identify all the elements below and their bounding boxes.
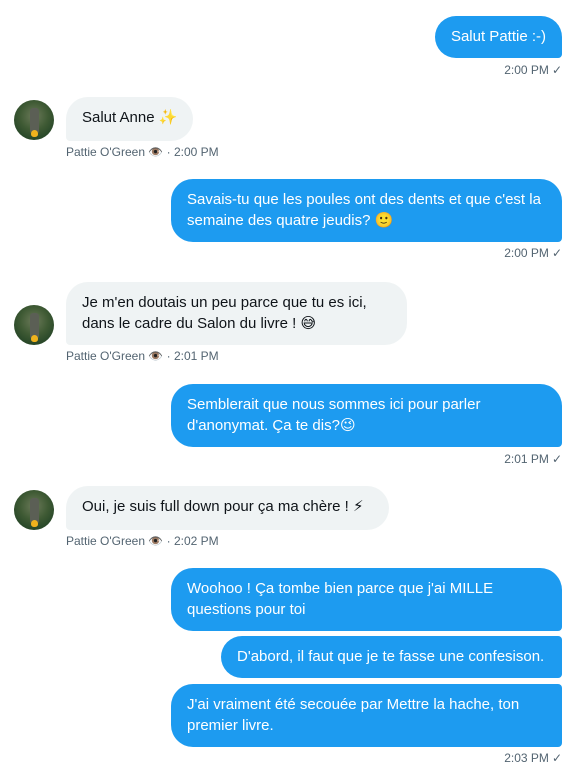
- message-text: Oui, je suis full down pour ça ma chère …: [82, 498, 364, 515]
- message-text-line: semaine des quatre jeudis? 🙂: [187, 212, 394, 229]
- sent-check-icon: ✓: [551, 452, 562, 466]
- message-bubble-incoming[interactable]: Je m'en doutais un peu parce que tu es i…: [66, 282, 407, 345]
- message-timestamp: 2:00 PM: [173, 145, 219, 159]
- message-timestamp: 2:00 PM ✓: [504, 246, 562, 260]
- message-meta: Pattie O'Green 👁️ · 2:00 PM: [66, 145, 219, 159]
- message-bubble-outgoing[interactable]: Semblerait que nous sommes ici pour parl…: [171, 384, 562, 447]
- message-text: Salut Anne ✨: [82, 109, 178, 126]
- message-text-line: dans le cadre du Salon du livre ! 😅: [82, 315, 317, 332]
- eye-icon: 👁️: [148, 534, 164, 548]
- message-bubble-incoming[interactable]: Oui, je suis full down pour ça ma chère …: [66, 486, 389, 530]
- message-text-line: premier livre.: [187, 717, 274, 734]
- message-text-line: Semblerait que nous sommes ici pour parl…: [187, 396, 481, 413]
- message-bubble-incoming[interactable]: Salut Anne ✨: [66, 97, 194, 141]
- message-bubble-outgoing[interactable]: D'abord, il faut que je te fasse une con…: [221, 636, 562, 678]
- avatar[interactable]: [14, 490, 54, 530]
- sent-check-icon: ✓: [551, 63, 562, 77]
- message-text: D'abord, il faut que je te fasse une con…: [237, 648, 545, 665]
- eye-icon: 👁️: [148, 349, 164, 363]
- message-bubble-outgoing[interactable]: Salut Pattie :-): [434, 16, 562, 58]
- avatar[interactable]: [14, 100, 54, 140]
- sent-check-icon: ✓: [551, 246, 562, 260]
- sender-name[interactable]: Pattie O'Green: [66, 145, 145, 159]
- message-timestamp: 2:00 PM ✓: [504, 63, 562, 77]
- message-text-line: Woohoo ! Ça tombe bien parce que j'ai MI…: [187, 580, 494, 597]
- message-timestamp: 2:01 PM ✓: [504, 452, 562, 466]
- eye-icon: 👁️: [148, 145, 164, 159]
- sent-check-icon: ✓: [551, 751, 562, 765]
- message-text: Salut Pattie :-): [450, 28, 546, 45]
- sender-name[interactable]: Pattie O'Green: [66, 349, 145, 363]
- message-text-line: J'ai vraiment été secouée par Mettre la …: [187, 696, 520, 713]
- message-bubble-outgoing[interactable]: J'ai vraiment été secouée par Mettre la …: [171, 684, 562, 747]
- sender-name[interactable]: Pattie O'Green: [66, 534, 145, 548]
- message-bubble-outgoing[interactable]: Woohoo ! Ça tombe bien parce que j'ai MI…: [171, 568, 562, 631]
- message-meta: Pattie O'Green 👁️ · 2:02 PM: [66, 534, 219, 548]
- message-timestamp: 2:01 PM: [173, 349, 219, 363]
- message-text-line: d'anonymat. Ça te dis?😉: [187, 417, 356, 434]
- message-bubble-outgoing[interactable]: Savais-tu que les poules ont des dents e…: [171, 179, 562, 242]
- message-text-line: questions pour toi: [187, 601, 306, 618]
- message-timestamp: 2:02 PM: [173, 534, 219, 548]
- avatar[interactable]: [14, 305, 54, 345]
- message-meta: Pattie O'Green 👁️ · 2:01 PM: [66, 349, 219, 363]
- message-text-line: Je m'en doutais un peu parce que tu es i…: [82, 294, 367, 311]
- message-timestamp: 2:03 PM ✓: [504, 751, 562, 765]
- message-text-line: Savais-tu que les poules ont des dents e…: [187, 191, 541, 208]
